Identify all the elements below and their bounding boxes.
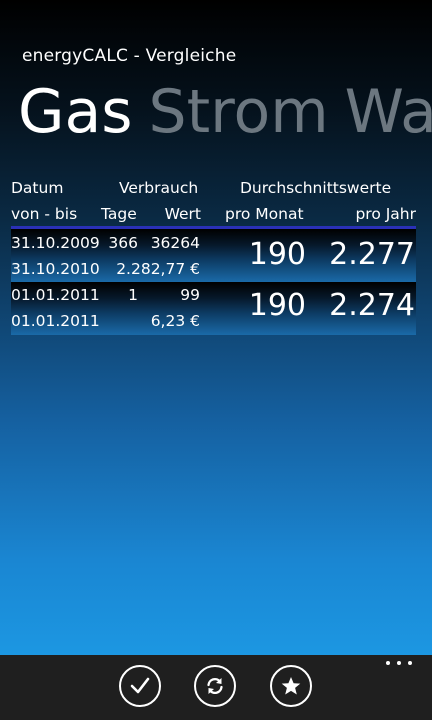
header-datum: Datum — [11, 179, 64, 197]
row-verbrauch: 36264 — [150, 234, 200, 252]
pivot-tab-strom[interactable]: Strom — [149, 76, 329, 148]
header-tage: Tage — [101, 205, 137, 223]
pivot-headers: GasStromWasser — [18, 76, 432, 148]
row-verbrauch: 99 — [180, 286, 200, 304]
row-kosten: 6,23 € — [150, 312, 200, 330]
header-durchschnittswerte: Durchschnittswerte — [240, 179, 392, 197]
refresh-button[interactable] — [194, 665, 236, 707]
row-tage: 366 — [108, 234, 138, 252]
app-title: energyCALC - Vergleiche — [22, 46, 237, 66]
row-tage: 1 — [128, 286, 138, 304]
header-pro-jahr: pro Jahr — [355, 205, 416, 223]
ellipsis-icon[interactable] — [386, 661, 412, 669]
star-button[interactable] — [270, 665, 312, 707]
pivot-tab-wasser[interactable]: Wasser — [345, 76, 432, 148]
check-button[interactable] — [119, 665, 161, 707]
table-row[interactable]: 31.10.2009 366 36264 31.10.2010 2.282,77… — [11, 226, 416, 282]
row-von-date: 01.01.2011 — [11, 286, 100, 304]
app-bar — [0, 655, 432, 720]
row-bis-date: 31.10.2010 — [11, 260, 100, 278]
row-pro-jahr: 2.274 — [329, 288, 415, 323]
star-icon — [281, 677, 301, 695]
row-pro-monat: 190 — [248, 288, 306, 323]
table-row[interactable]: 01.01.2011 1 99 01.01.2011 6,23 € 190 2.… — [11, 282, 416, 335]
row-kosten: 2.282,77 € — [116, 260, 200, 278]
check-icon — [130, 677, 150, 694]
header-von-bis: von - bis — [11, 205, 78, 223]
row-von-date: 31.10.2009 — [11, 234, 100, 252]
row-pro-jahr: 2.277 — [329, 237, 415, 272]
refresh-icon — [207, 677, 223, 695]
header-pro-monat: pro Monat — [225, 205, 304, 223]
row-pro-monat: 190 — [248, 237, 306, 272]
header-wert: Wert — [164, 205, 201, 223]
pivot-tab-gas[interactable]: Gas — [18, 76, 133, 148]
header-verbrauch: Verbrauch — [119, 179, 199, 197]
row-bis-date: 01.01.2011 — [11, 312, 100, 330]
